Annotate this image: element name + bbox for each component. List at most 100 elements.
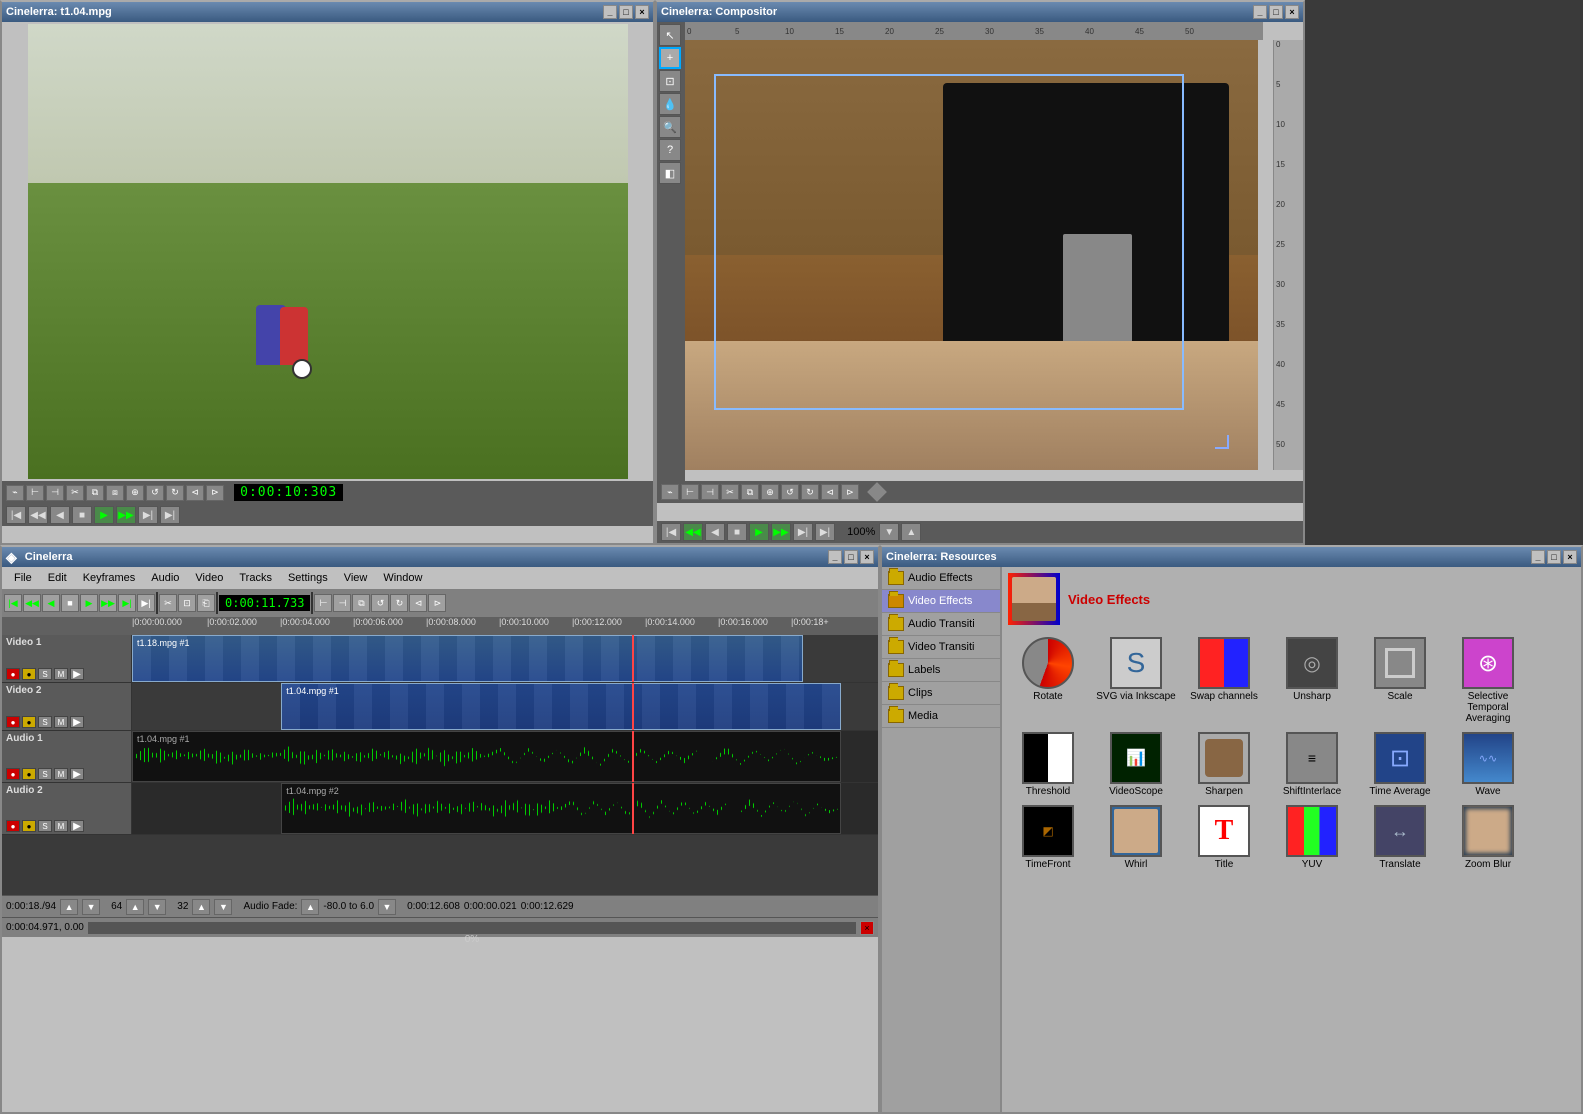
viewer-prev-btn[interactable]: ◀◀ [28, 506, 48, 524]
zoom-up-btn[interactable]: ▲ [901, 523, 921, 541]
track-expand-btn-audio2[interactable]: ▶ [70, 820, 84, 832]
comp-ctrl-8[interactable]: ↻ [801, 484, 819, 500]
comp-ctrl-2[interactable]: ⊢ [681, 484, 699, 500]
tl-tool-2[interactable]: ⊣ [333, 594, 351, 612]
comp-rewind-btn[interactable]: |◀ [661, 523, 681, 541]
viewer-maximize-btn[interactable]: □ [619, 5, 633, 19]
comp-play-fast-btn[interactable]: ▶▶ [771, 523, 791, 541]
comp-prev-btn[interactable]: ◀◀ [683, 523, 703, 541]
comp-ctrl-4[interactable]: ✂ [721, 484, 739, 500]
res-item-shift[interactable]: ≡ ShiftInterlace [1272, 732, 1352, 797]
track-rec-btn-audio2[interactable]: ● [6, 820, 20, 832]
res-item-unsharp[interactable]: ◎ Unsharp [1272, 637, 1352, 724]
tool-crop[interactable]: ⊡ [659, 70, 681, 92]
menu-view[interactable]: View [336, 571, 376, 585]
ctrl-btn-2[interactable]: ⊢ [26, 485, 44, 501]
res-item-sel-temp[interactable]: ⊛ Selective Temporal Averaging [1448, 637, 1528, 724]
tl-end-btn[interactable]: ▶| [137, 594, 155, 612]
tl-tool-1[interactable]: ⊢ [314, 594, 332, 612]
ctrl-btn-9[interactable]: ↻ [166, 485, 184, 501]
ctrl-btn-6[interactable]: ⧈ [106, 485, 124, 501]
sidebar-item-audio-effects[interactable]: Audio Effects [882, 567, 1000, 590]
status-af-up[interactable]: ▲ [301, 899, 319, 915]
tl-tool-4[interactable]: ↺ [371, 594, 389, 612]
status-z2-dn[interactable]: ▼ [214, 899, 232, 915]
viewer-fwd-frame-btn[interactable]: ▶| [138, 506, 158, 524]
ctrl-btn-8[interactable]: ↺ [146, 485, 164, 501]
comp-end-btn[interactable]: ▶| [815, 523, 835, 541]
track-mute-btn-audio1[interactable]: M [54, 768, 68, 780]
menu-keyframes[interactable]: Keyframes [75, 571, 144, 585]
compositor-minimize-btn[interactable]: _ [1253, 5, 1267, 19]
comp-play-btn[interactable]: ▶ [749, 523, 769, 541]
resize-handle[interactable] [1215, 435, 1229, 449]
comp-ctrl-5[interactable]: ⧉ [741, 484, 759, 500]
status-af-dn[interactable]: ▼ [378, 899, 396, 915]
tl-prev-btn[interactable]: ◀◀ [23, 594, 41, 612]
comp-stop-btn[interactable]: ■ [727, 523, 747, 541]
tool-zoom[interactable]: 🔍 [659, 116, 681, 138]
track-solo-btn-audio1[interactable]: S [38, 768, 52, 780]
ctrl-btn-11[interactable]: ⊳ [206, 485, 224, 501]
tool-mask[interactable]: ◧ [659, 162, 681, 184]
audio-bar-audio2[interactable]: t1.04.mpg #2 [281, 783, 841, 834]
ctrl-btn-10[interactable]: ⊲ [186, 485, 204, 501]
track-mute-btn-audio2[interactable]: M [54, 820, 68, 832]
menu-audio[interactable]: Audio [143, 571, 187, 585]
menu-settings[interactable]: Settings [280, 571, 336, 585]
sidebar-item-audio-trans[interactable]: Audio Transiti [882, 613, 1000, 636]
tool-eyedrop[interactable]: 💧 [659, 93, 681, 115]
track-solo-btn-video2[interactable]: S [38, 716, 52, 728]
tl-rewind-btn[interactable]: |◀ [4, 594, 22, 612]
comp-ctrl-9[interactable]: ⊲ [821, 484, 839, 500]
track-rec-btn-audio1[interactable]: ● [6, 768, 20, 780]
tool-select[interactable]: + [659, 47, 681, 69]
ctrl-btn-1[interactable]: ⌁ [6, 485, 24, 501]
tl-cut-btn[interactable]: ✂ [159, 594, 177, 612]
res-item-wave[interactable]: ∿∿ Wave [1448, 732, 1528, 797]
res-item-sharpen[interactable]: Sharpen [1184, 732, 1264, 797]
viewer-play-btn[interactable]: ▶ [94, 506, 114, 524]
tl-stop-btn[interactable]: ■ [61, 594, 79, 612]
viewer-minimize-btn[interactable]: _ [603, 5, 617, 19]
status-z2-up[interactable]: ▲ [192, 899, 210, 915]
ctrl-btn-7[interactable]: ⊕ [126, 485, 144, 501]
res-item-whirl[interactable]: Whirl [1096, 805, 1176, 870]
comp-ctrl-1[interactable]: ⌁ [661, 484, 679, 500]
track-solo-btn-video1[interactable]: S [38, 668, 52, 680]
track-rec-btn-video2[interactable]: ● [6, 716, 20, 728]
viewer-stop-btn[interactable]: ■ [72, 506, 92, 524]
sidebar-item-clips[interactable]: Clips [882, 682, 1000, 705]
menu-video[interactable]: Video [187, 571, 231, 585]
tool-help[interactable]: ? [659, 139, 681, 161]
res-item-timefront[interactable]: ◩ TimeFront [1008, 805, 1088, 870]
viewer-close-btn[interactable]: × [635, 5, 649, 19]
res-item-translate[interactable]: ↔ Translate [1360, 805, 1440, 870]
track-solo-btn-audio2[interactable]: S [38, 820, 52, 832]
tl-tool-5[interactable]: ↻ [390, 594, 408, 612]
track-arm-btn-video1[interactable]: ● [22, 668, 36, 680]
viewer-play-fast-btn[interactable]: ▶▶ [116, 506, 136, 524]
tl-paste-btn[interactable]: ⎗ [197, 594, 215, 612]
comp-ctrl-6[interactable]: ⊕ [761, 484, 779, 500]
menu-tracks[interactable]: Tracks [231, 571, 280, 585]
tool-arrow[interactable]: ↖ [659, 24, 681, 46]
res-item-scale[interactable]: Scale [1360, 637, 1440, 724]
compositor-maximize-btn[interactable]: □ [1269, 5, 1283, 19]
track-arm-btn-audio2[interactable]: ● [22, 820, 36, 832]
tl-tool-3[interactable]: ⧉ [352, 594, 370, 612]
status-dur-dn[interactable]: ▼ [82, 899, 100, 915]
res-item-title[interactable]: T Title [1184, 805, 1264, 870]
track-expand-btn-audio1[interactable]: ▶ [70, 768, 84, 780]
track-rec-btn-video1[interactable]: ● [6, 668, 20, 680]
compositor-close-btn[interactable]: × [1285, 5, 1299, 19]
res-item-videoscope[interactable]: 📊 VideoScope [1096, 732, 1176, 797]
tl-copy-btn[interactable]: ⊡ [178, 594, 196, 612]
status-z1-up[interactable]: ▲ [126, 899, 144, 915]
comp-ctrl-10[interactable]: ⊳ [841, 484, 859, 500]
tl-play2-btn[interactable]: ▶▶ [99, 594, 117, 612]
resources-close-btn[interactable]: × [1563, 550, 1577, 564]
comp-ctrl-7[interactable]: ↺ [781, 484, 799, 500]
res-item-rotate[interactable]: Rotate [1008, 637, 1088, 724]
status-z1-dn[interactable]: ▼ [148, 899, 166, 915]
